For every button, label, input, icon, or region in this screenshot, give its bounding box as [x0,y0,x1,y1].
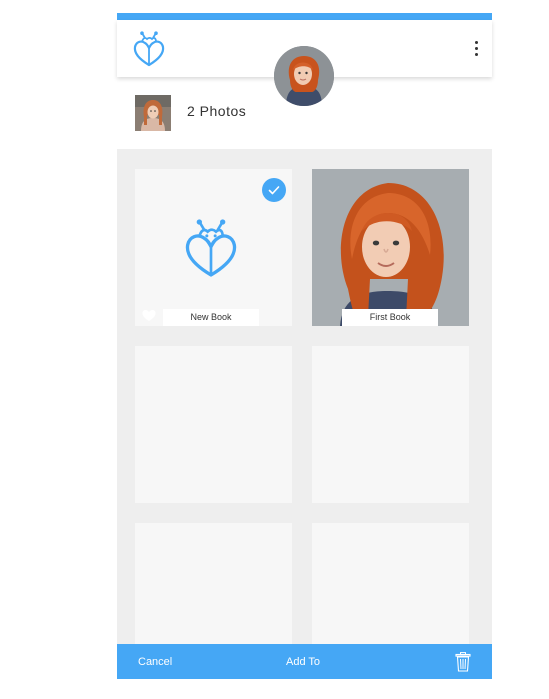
heart-icon [142,310,156,321]
album-cover-child-photo [312,169,469,326]
status-strip [117,13,492,20]
ladybug-heart-logo-icon [185,219,237,277]
bottom-action-bar: Cancel Add To [117,644,492,679]
selected-check-icon[interactable] [262,178,286,202]
album-card-empty [312,523,469,644]
photo-count-text: 2 Photos [187,103,247,119]
album-card-empty [135,346,292,503]
album-card-empty [312,346,469,503]
album-card-empty [135,523,292,644]
album-card-label: New Book [163,309,259,326]
ladybug-heart-logo-icon[interactable] [131,31,167,69]
album-grid: New Book First Book [117,149,492,644]
trash-icon[interactable] [454,652,472,672]
avatar-child-photo [274,46,334,106]
add-to-button[interactable]: Add To [286,656,320,668]
app-screen: 2 Photos New Book First Book Cancel Add … [117,0,492,699]
cancel-button[interactable]: Cancel [138,656,172,668]
album-card-label: First Book [342,309,438,326]
thumbnail-child-photo [135,95,171,131]
selected-photo-thumbnail[interactable] [135,95,171,131]
profile-avatar[interactable] [274,46,334,106]
album-card-new-book[interactable]: New Book [135,169,292,326]
overflow-menu-icon[interactable] [466,38,486,60]
album-card-first-book[interactable]: First Book [312,169,469,326]
